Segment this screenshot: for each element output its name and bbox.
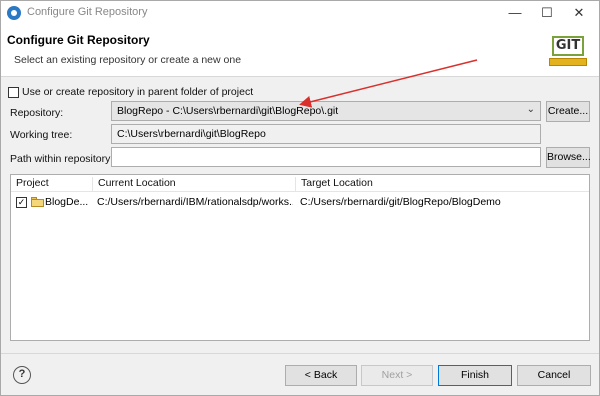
repository-dropdown[interactable]: BlogRepo - C:\Users\rbernardi\git\BlogRe… — [111, 101, 541, 121]
help-icon[interactable]: ? — [13, 366, 31, 384]
repository-value: BlogRepo - C:\Users\rbernardi\git\BlogRe… — [117, 105, 339, 117]
project-folder-icon — [31, 197, 44, 207]
row-checkbox[interactable]: ✓ — [16, 197, 27, 208]
header-banner: Configure Git Repository Select an exist… — [1, 25, 599, 77]
path-within-repository-input[interactable] — [111, 147, 541, 167]
back-button[interactable]: < Back — [285, 365, 357, 386]
configure-git-repository-dialog: Configure Git Repository — ☐ ✕ Configure… — [0, 0, 600, 396]
column-header-current-location[interactable]: Current Location — [92, 177, 294, 191]
column-header-project[interactable]: Project — [11, 177, 91, 191]
repository-label: Repository: — [10, 107, 64, 119]
maximize-button[interactable]: ☐ — [535, 3, 559, 23]
git-logo-bar — [549, 58, 587, 66]
working-tree-value: C:\Users\rbernardi\git\BlogRepo — [117, 128, 266, 140]
next-button[interactable]: Next > — [361, 365, 433, 386]
page-title: Configure Git Repository — [7, 33, 150, 47]
table-row[interactable]: ✓ BlogDe... C:/Users/rbernardi/IBM/ratio… — [11, 193, 589, 212]
cancel-button[interactable]: Cancel — [517, 365, 591, 386]
path-within-repository-label: Path within repository: — [10, 153, 114, 165]
use-parent-folder-checkbox[interactable] — [8, 87, 19, 98]
footer-divider — [1, 353, 599, 354]
cell-target-location: C:/Users/rbernardi/git/BlogRepo/BlogDemo — [300, 196, 501, 208]
git-logo-text: GIT — [552, 36, 584, 56]
cell-current-location: C:/Users/rbernardi/IBM/rationalsdp/works… — [97, 196, 293, 208]
browse-button[interactable]: Browse... — [546, 147, 591, 168]
eclipse-app-icon — [7, 6, 21, 20]
working-tree-field: C:\Users\rbernardi\git\BlogRepo — [111, 124, 541, 144]
chevron-down-icon: ⌄ — [526, 104, 535, 115]
use-parent-folder-label[interactable]: Use or create repository in parent folde… — [22, 86, 253, 98]
minimize-button[interactable]: — — [503, 3, 527, 23]
page-description: Select an existing repository or create … — [14, 54, 242, 66]
git-logo-icon: GIT — [549, 33, 589, 69]
close-button[interactable]: ✕ — [567, 3, 591, 23]
window-title: Configure Git Repository — [27, 6, 148, 18]
title-bar: Configure Git Repository — ☐ ✕ — [1, 1, 599, 25]
create-repository-button[interactable]: Create... — [546, 101, 590, 122]
finish-button[interactable]: Finish — [438, 365, 512, 386]
column-header-target-location[interactable]: Target Location — [295, 177, 571, 191]
working-tree-label: Working tree: — [10, 129, 73, 141]
cell-project: BlogDe... — [45, 196, 89, 208]
projects-table: Project Current Location Target Location… — [10, 174, 590, 341]
table-header: Project Current Location Target Location — [11, 175, 589, 192]
